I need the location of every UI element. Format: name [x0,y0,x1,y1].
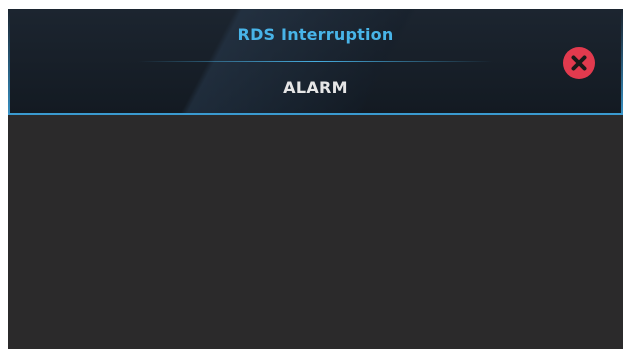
dialog-header: RDS Interruption ALARM [8,9,623,115]
dialog-title: RDS Interruption [237,25,394,44]
close-button[interactable] [563,47,595,79]
rds-interruption-screen: RDS Interruption ALARM [8,9,623,349]
header-divider [138,61,493,62]
alarm-label: ALARM [283,78,348,97]
close-x-icon [571,55,587,71]
dialog-content-area [8,115,623,349]
